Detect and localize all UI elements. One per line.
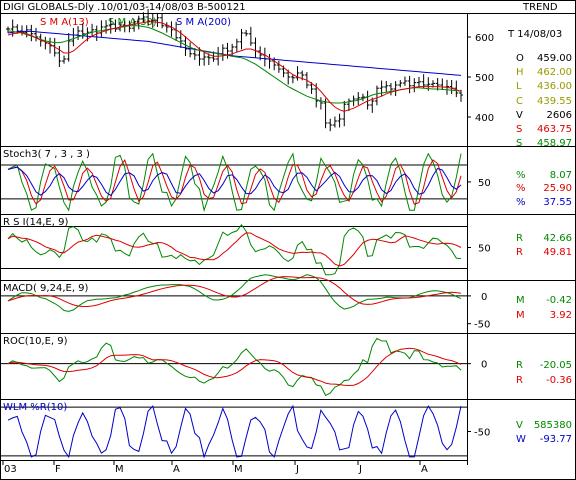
quote-row-value: 463.75 (537, 124, 572, 135)
wlm-label: WLM %R(10) (3, 402, 67, 413)
price-tick-label: 600 (475, 33, 494, 44)
rsi-line (7, 223, 462, 276)
x-tick-label: 03 (4, 464, 17, 475)
roc-tick-label: 0 (481, 360, 487, 371)
x-tick-label: M (234, 464, 243, 475)
roc-signal-line (7, 347, 462, 387)
macd-label: MACD( 9,24,E, 9) (3, 283, 89, 294)
quote-row-value: 439.55 (537, 95, 572, 107)
quote-row-key: S (516, 124, 523, 135)
quote-row-key: L (516, 81, 522, 93)
wlm-tick-label: -50 (474, 428, 490, 439)
stochastic-readout-value: 37.55 (543, 197, 572, 208)
quote-row-value: 459.00 (537, 53, 572, 64)
rsi-readout-value: 49.81 (543, 247, 572, 258)
williams-readout-key: W (516, 434, 526, 445)
quote-row-value: 436.00 (537, 81, 572, 93)
williams-readout-value: 585380 (533, 420, 572, 431)
quote-row-value: 458.97 (537, 138, 572, 150)
quote-row-key: S (516, 138, 523, 150)
macd-tick-label: -50 (474, 320, 490, 331)
stochastic-readout-value: 8.07 (549, 170, 572, 181)
stochastic-readout-key: % (516, 197, 526, 208)
rsi-readout-key: R (516, 233, 523, 244)
x-tick-label: F (55, 464, 61, 475)
stochastic-readout-key: % (516, 183, 526, 194)
macd-readout-value: -0.42 (546, 295, 572, 306)
macd-readout-key: M (516, 295, 525, 306)
rsi-signal-line (7, 232, 462, 267)
roc-readout-key: R (516, 375, 523, 386)
quote-row-key: O (516, 53, 524, 64)
roc-readout-value: -20.05 (539, 360, 572, 371)
macd-readout-value: 3.92 (549, 310, 572, 321)
quote-row-key: V (516, 109, 523, 121)
stochastic-readout-key: % (516, 170, 526, 181)
stoch-tick-label: 50 (478, 178, 491, 189)
price-tick-label: 500 (475, 73, 494, 84)
williams-readout-value: -93.77 (539, 434, 572, 445)
quote-row-key: H (516, 67, 524, 79)
quote-row-value: 2606 (546, 109, 572, 121)
stoch-d-line (7, 159, 462, 205)
stochastic-readout-value: 25.90 (543, 183, 572, 194)
rsi-tick-label: 50 (478, 244, 491, 255)
x-tick-label: J (358, 464, 362, 475)
rsi-readout-key: R (516, 247, 523, 258)
rsi-label: R S I(14,E, 9) (3, 217, 68, 228)
roc-line (7, 337, 462, 397)
stoch-label: Stoch3( 7 , 3 , 3 ) (3, 149, 90, 160)
technical-chart: 400500600Stoch3( 7 , 3 , 3 )50R S I(14,E… (0, 0, 576, 480)
roc-label: ROC(10,E, 9) (3, 336, 68, 347)
wlm-line (7, 404, 462, 459)
roc-readout-value: -0.36 (546, 375, 572, 386)
quote-row-key: C (516, 95, 523, 107)
x-tick-label: J (295, 464, 299, 475)
price-tick-label: 400 (475, 113, 494, 124)
x-tick-label: M (115, 464, 124, 475)
rsi-readout-value: 42.66 (543, 233, 572, 244)
quote-date: T 14/08/03 (508, 29, 563, 40)
macd-readout-key: M (516, 310, 525, 321)
macd-tick-label: 0 (481, 292, 487, 303)
williams-readout-key: V (516, 420, 523, 431)
quote-row-value: 462.00 (537, 67, 572, 79)
x-tick-label: A (173, 464, 180, 475)
roc-readout-key: R (516, 360, 523, 371)
x-tick-label: A (421, 464, 428, 475)
